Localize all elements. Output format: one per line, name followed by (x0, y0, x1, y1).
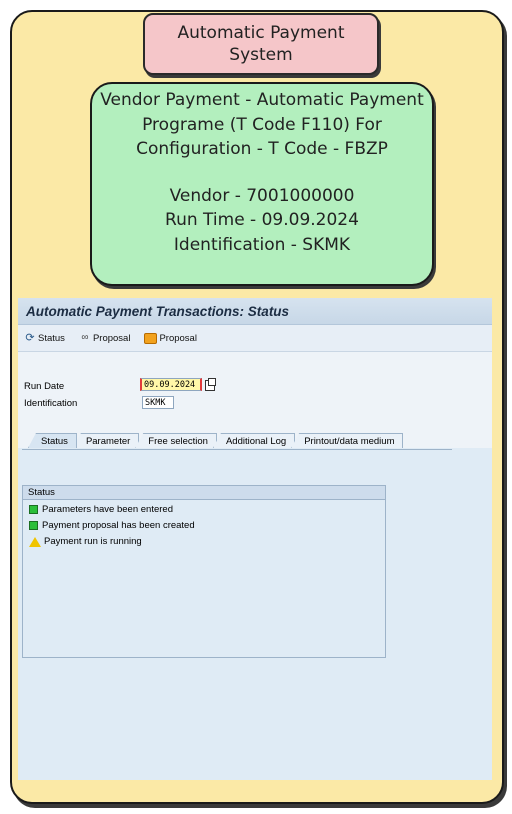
status-line: Payment run is running (23, 535, 385, 548)
identification-label: Identification (24, 398, 78, 409)
green-led-icon (29, 521, 38, 530)
tab-status[interactable]: Status (28, 433, 77, 448)
identification-field[interactable]: SKMK (142, 396, 174, 409)
sap-window-title: Automatic Payment Transactions: Status (18, 298, 492, 325)
title-text: Automatic Payment System (177, 23, 345, 65)
info-run-time: Run Time - 09.09.2024 (165, 210, 359, 230)
tab-strip: Status Parameter Free selection Addition… (28, 433, 404, 449)
green-led-icon (29, 505, 38, 514)
tab-printout-data-medium[interactable]: Printout/data medium (291, 433, 404, 448)
warning-triangle-icon (29, 536, 41, 547)
info-identification: Identification - SKMK (173, 234, 351, 255)
info-vendor: Vendor - 7001000000 (169, 185, 355, 206)
sap-toolbar: ⟳ Status ∞ Proposal Proposal (18, 325, 492, 352)
tab-additional-log[interactable]: Additional Log (212, 433, 296, 448)
status-group-box: Status Parameters have been entered Paym… (22, 485, 386, 658)
calendar-picker-icon[interactable] (205, 378, 216, 391)
glasses-icon: ∞ (81, 332, 89, 343)
tab-parameter[interactable]: Parameter (72, 433, 140, 448)
status-button[interactable]: ⟳ Status (24, 332, 65, 344)
status-button-label: Status (38, 332, 65, 344)
display-proposal-button[interactable]: ∞ Proposal (79, 332, 131, 344)
proposal-button-label: Proposal (159, 332, 197, 344)
status-line-text: Payment proposal has been created (42, 520, 195, 531)
sap-screen: Automatic Payment Transactions: Status ⟳… (18, 298, 492, 780)
status-line: Parameters have been entered (23, 503, 385, 516)
run-date-field[interactable]: 09.09.2024 (140, 378, 202, 391)
info-description: Vendor Payment - Automatic Payment Progr… (100, 90, 424, 159)
status-line: Payment proposal has been created (23, 519, 385, 532)
display-proposal-label: Proposal (92, 332, 131, 344)
status-line-text: Parameters have been entered (42, 504, 173, 515)
title-box: Automatic Payment System (143, 13, 379, 75)
tab-strip-divider (22, 449, 452, 450)
tab-free-selection[interactable]: Free selection (135, 433, 217, 448)
proposal-icon (144, 332, 158, 344)
run-date-label: Run Date (24, 381, 65, 392)
status-group-title: Status (23, 486, 385, 500)
info-box: Vendor Payment - Automatic Payment Progr… (90, 82, 434, 286)
refresh-icon: ⟳ (25, 332, 35, 344)
proposal-button[interactable]: Proposal (144, 332, 197, 344)
status-line-text: Payment run is running (44, 536, 142, 547)
